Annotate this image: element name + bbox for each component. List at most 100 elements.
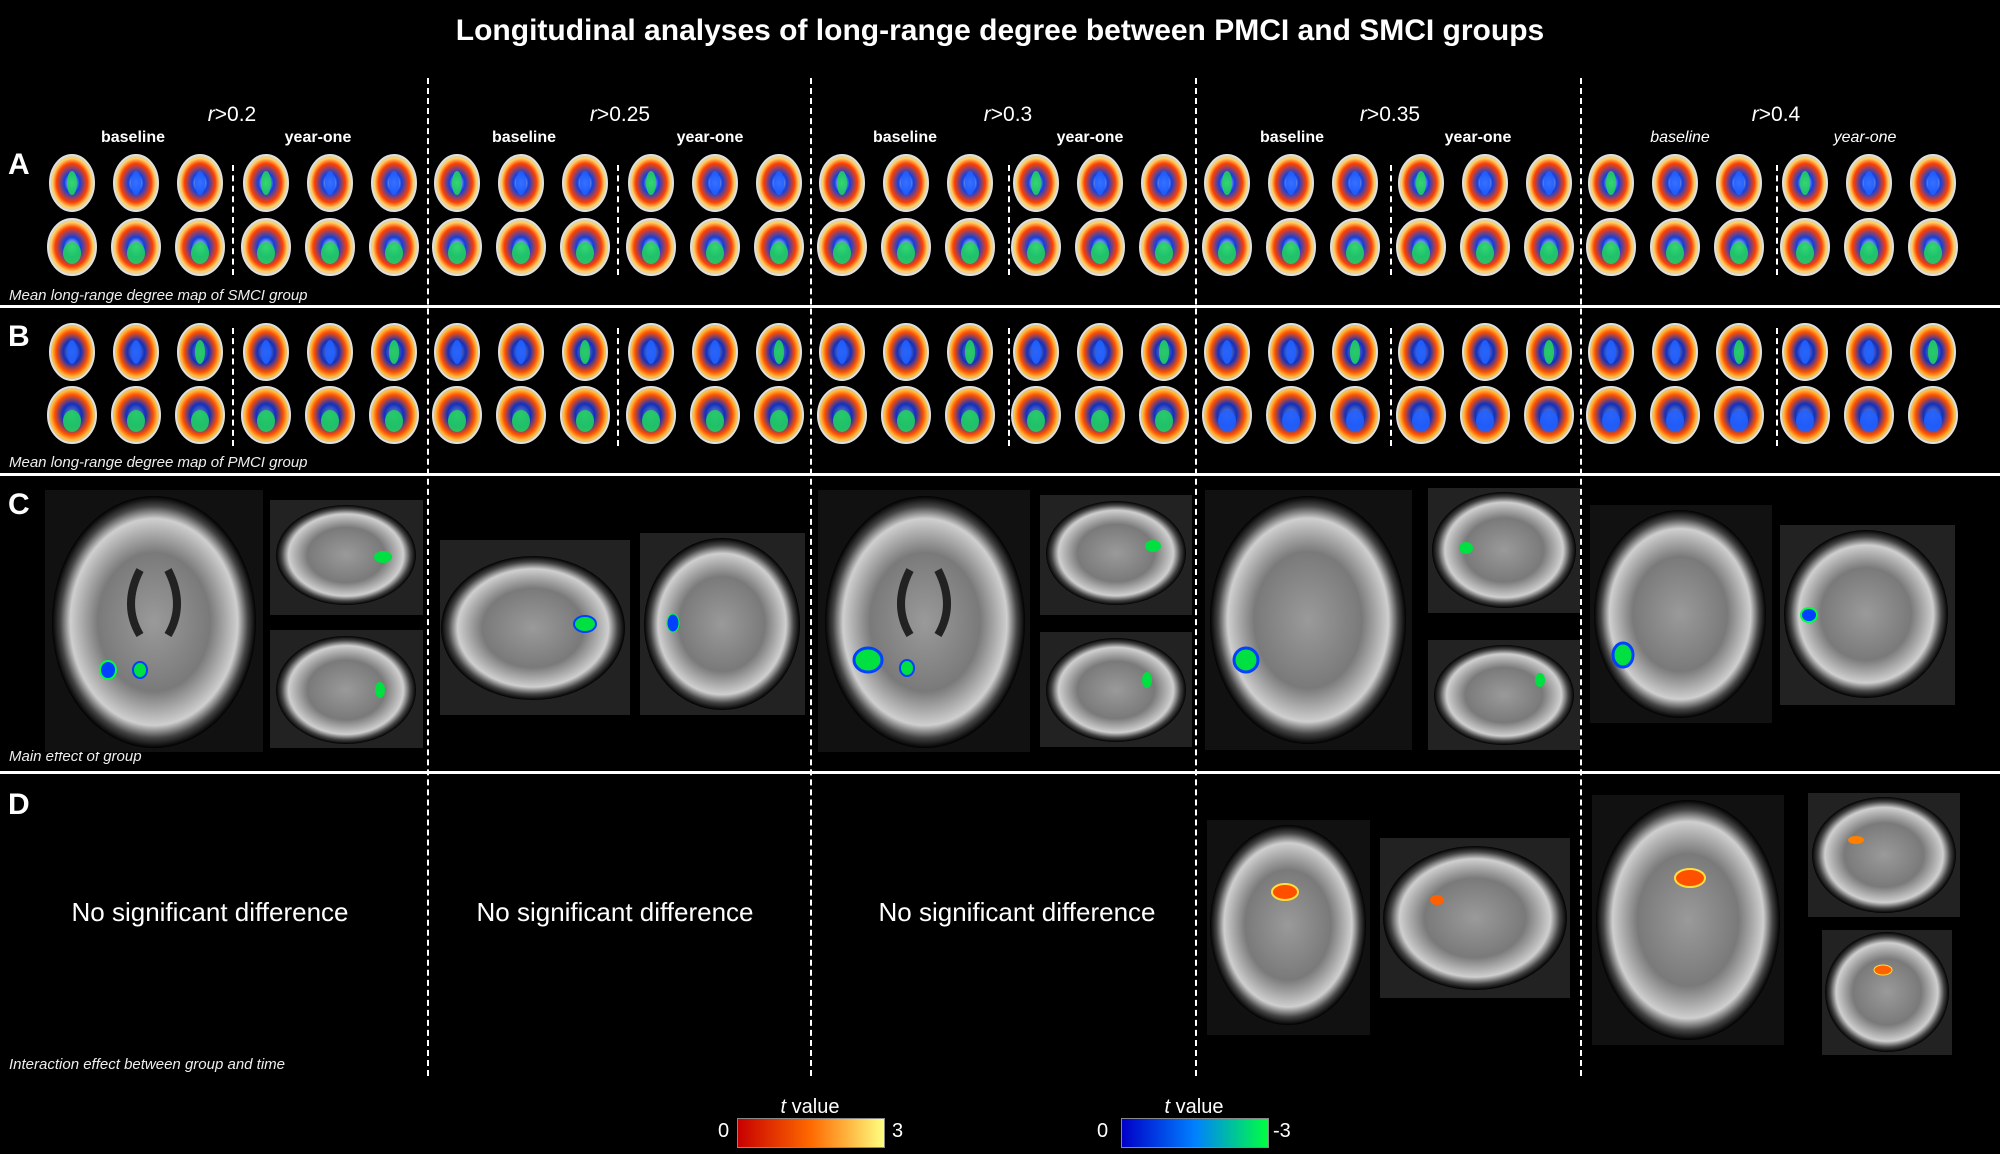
slice-center-region	[512, 410, 530, 432]
slice-center-region	[257, 242, 275, 264]
slice-center-region	[576, 410, 594, 432]
slice-center-region	[774, 340, 784, 364]
slice-center-region	[1155, 242, 1173, 264]
baseline-yearone-divider	[232, 328, 234, 446]
slice-center-region	[516, 171, 526, 195]
brain-images	[45, 154, 1960, 1055]
panel-b-slices	[47, 323, 1958, 444]
slice-center-region	[127, 410, 145, 432]
slice-center-region	[580, 171, 590, 195]
slice-center-region	[261, 171, 271, 195]
slice-center-region	[1924, 242, 1942, 264]
panel-d-images	[1207, 793, 1960, 1055]
slice-center-region	[1091, 410, 1109, 432]
slice-center-region	[774, 171, 784, 195]
slice-center-region	[961, 410, 979, 432]
no-difference-r03: No significant difference	[878, 897, 1156, 927]
slice-center-region	[1730, 242, 1748, 264]
slice-center-region	[325, 171, 335, 195]
slice-center-region	[325, 340, 335, 364]
baseline-yearone-divider	[1776, 165, 1778, 275]
slice-center-region	[1346, 410, 1364, 432]
slice-center-region	[321, 410, 339, 432]
slice-center-region	[63, 410, 81, 432]
slice-center-region	[1412, 410, 1430, 432]
slice-center-region	[833, 242, 851, 264]
slice-center-region	[389, 340, 399, 364]
slice-center-region	[1027, 410, 1045, 432]
slice-center-region	[448, 410, 466, 432]
slice-center-region	[837, 171, 847, 195]
slice-center-region	[195, 340, 205, 364]
colorbar-positive-title: t value	[780, 1096, 840, 1118]
slice-center-region	[1218, 410, 1236, 432]
slice-center-region	[1864, 340, 1874, 364]
slice-center-region	[897, 410, 915, 432]
colorbar-positive-max: 3	[892, 1120, 904, 1142]
slice-center-region	[1606, 340, 1616, 364]
slice-center-region	[1091, 242, 1109, 264]
slice-center-region	[576, 242, 594, 264]
slice-center-region	[452, 171, 462, 195]
slice-center-region	[1155, 410, 1173, 432]
slice-center-region	[1800, 340, 1810, 364]
baseline-yearone-divider	[232, 165, 234, 275]
slice-center-region	[1796, 242, 1814, 264]
slice-center-region	[1480, 171, 1490, 195]
slice-center-region	[1031, 340, 1041, 364]
slice-center-region	[389, 171, 399, 195]
slice-center-region	[127, 242, 145, 264]
slice-center-region	[1666, 410, 1684, 432]
slice-center-region	[1286, 340, 1296, 364]
slice-center-region	[706, 410, 724, 432]
slice-center-region	[897, 242, 915, 264]
slice-center-region	[646, 171, 656, 195]
panel-c-images	[45, 488, 1955, 752]
baseline-yearone-divider	[617, 328, 619, 446]
slice-center-region	[1222, 340, 1232, 364]
slice-center-region	[1095, 171, 1105, 195]
slice-center-region	[516, 340, 526, 364]
slice-center-region	[1800, 171, 1810, 195]
slice-center-region	[131, 171, 141, 195]
slice-center-region	[261, 340, 271, 364]
slice-center-region	[961, 242, 979, 264]
slice-center-region	[1540, 242, 1558, 264]
slice-center-region	[67, 340, 77, 364]
colorbar-negative-max: -3	[1273, 1120, 1291, 1142]
baseline-yearone-divider	[617, 165, 619, 275]
slice-center-region	[1282, 410, 1300, 432]
baseline-yearone-divider	[1390, 165, 1392, 275]
slice-center-region	[385, 410, 403, 432]
slice-center-region	[1540, 410, 1558, 432]
slice-center-region	[901, 340, 911, 364]
slice-center-region	[1544, 171, 1554, 195]
slice-center-region	[1412, 242, 1430, 264]
slice-center-region	[1544, 340, 1554, 364]
slice-center-region	[1350, 340, 1360, 364]
slice-center-region	[1860, 410, 1878, 432]
no-difference-r025: No significant difference	[476, 897, 754, 927]
slice-center-region	[1606, 171, 1616, 195]
slice-center-region	[448, 242, 466, 264]
colorbar-negative-min: 0	[1097, 1120, 1109, 1142]
slice-center-region	[1928, 171, 1938, 195]
slice-center-region	[833, 410, 851, 432]
baseline-yearone-divider	[1776, 328, 1778, 446]
slice-center-region	[901, 171, 911, 195]
slice-center-region	[965, 340, 975, 364]
slice-center-region	[1346, 242, 1364, 264]
slice-center-region	[965, 171, 975, 195]
baseline-yearone-divider	[1390, 328, 1392, 446]
slice-center-region	[512, 242, 530, 264]
slice-center-region	[1027, 242, 1045, 264]
slice-center-region	[257, 410, 275, 432]
slice-center-region	[67, 171, 77, 195]
slice-center-region	[452, 340, 462, 364]
slice-center-region	[131, 340, 141, 364]
slice-center-region	[1416, 171, 1426, 195]
slice-center-region	[1159, 340, 1169, 364]
axial-slice	[52, 496, 256, 748]
slice-center-region	[646, 340, 656, 364]
slice-center-region	[191, 242, 209, 264]
